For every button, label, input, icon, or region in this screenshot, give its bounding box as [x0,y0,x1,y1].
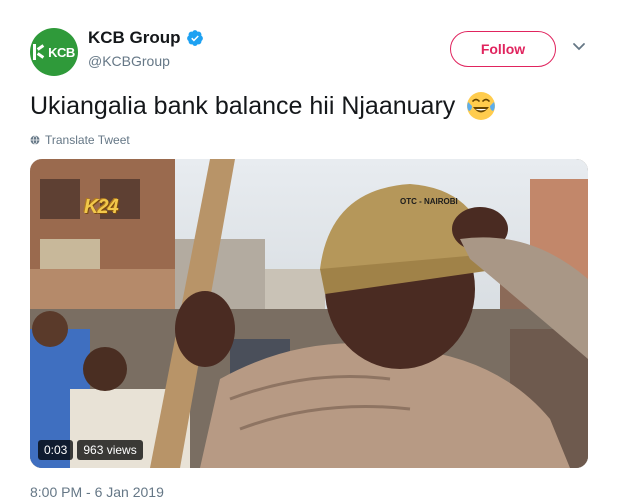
globe-icon [30,135,40,145]
display-name-row[interactable]: KCB Group [88,28,204,48]
translate-tweet-link[interactable]: Translate Tweet [30,133,130,147]
video-meta: 0:03 963 views [38,440,143,460]
location-tag: OTC - NAIROBI [400,197,458,206]
handle[interactable]: @KCBGroup [88,53,204,69]
avatar-text: KCB [48,44,75,60]
video-elapsed: 0:03 [38,440,74,460]
tweet-timestamp[interactable]: 8:00 PM - 6 Jan 2019 [30,484,164,500]
face-with-tears-of-joy-icon [467,92,496,120]
tweet-text: Ukiangalia bank balance hii Njaanuary [30,90,497,122]
follow-button[interactable]: Follow [450,31,556,67]
chevron-down-icon[interactable] [572,42,586,52]
avatar[interactable]: KCB [30,28,78,76]
video-views: 963 views [77,440,143,460]
verified-badge-icon [186,30,203,46]
display-name[interactable]: KCB Group [88,28,181,48]
video-player[interactable]: K24 OTC - NAIROBI 0:03 963 views [30,159,588,468]
kcb-logo: KCB [33,44,75,60]
account-info: KCB Group @KCBGroup [88,28,204,69]
tweet-body: Ukiangalia bank balance hii Njaanuary [30,91,456,120]
k24-channel-logo: K24 [84,196,119,218]
translate-label[interactable]: Translate Tweet [45,133,130,147]
